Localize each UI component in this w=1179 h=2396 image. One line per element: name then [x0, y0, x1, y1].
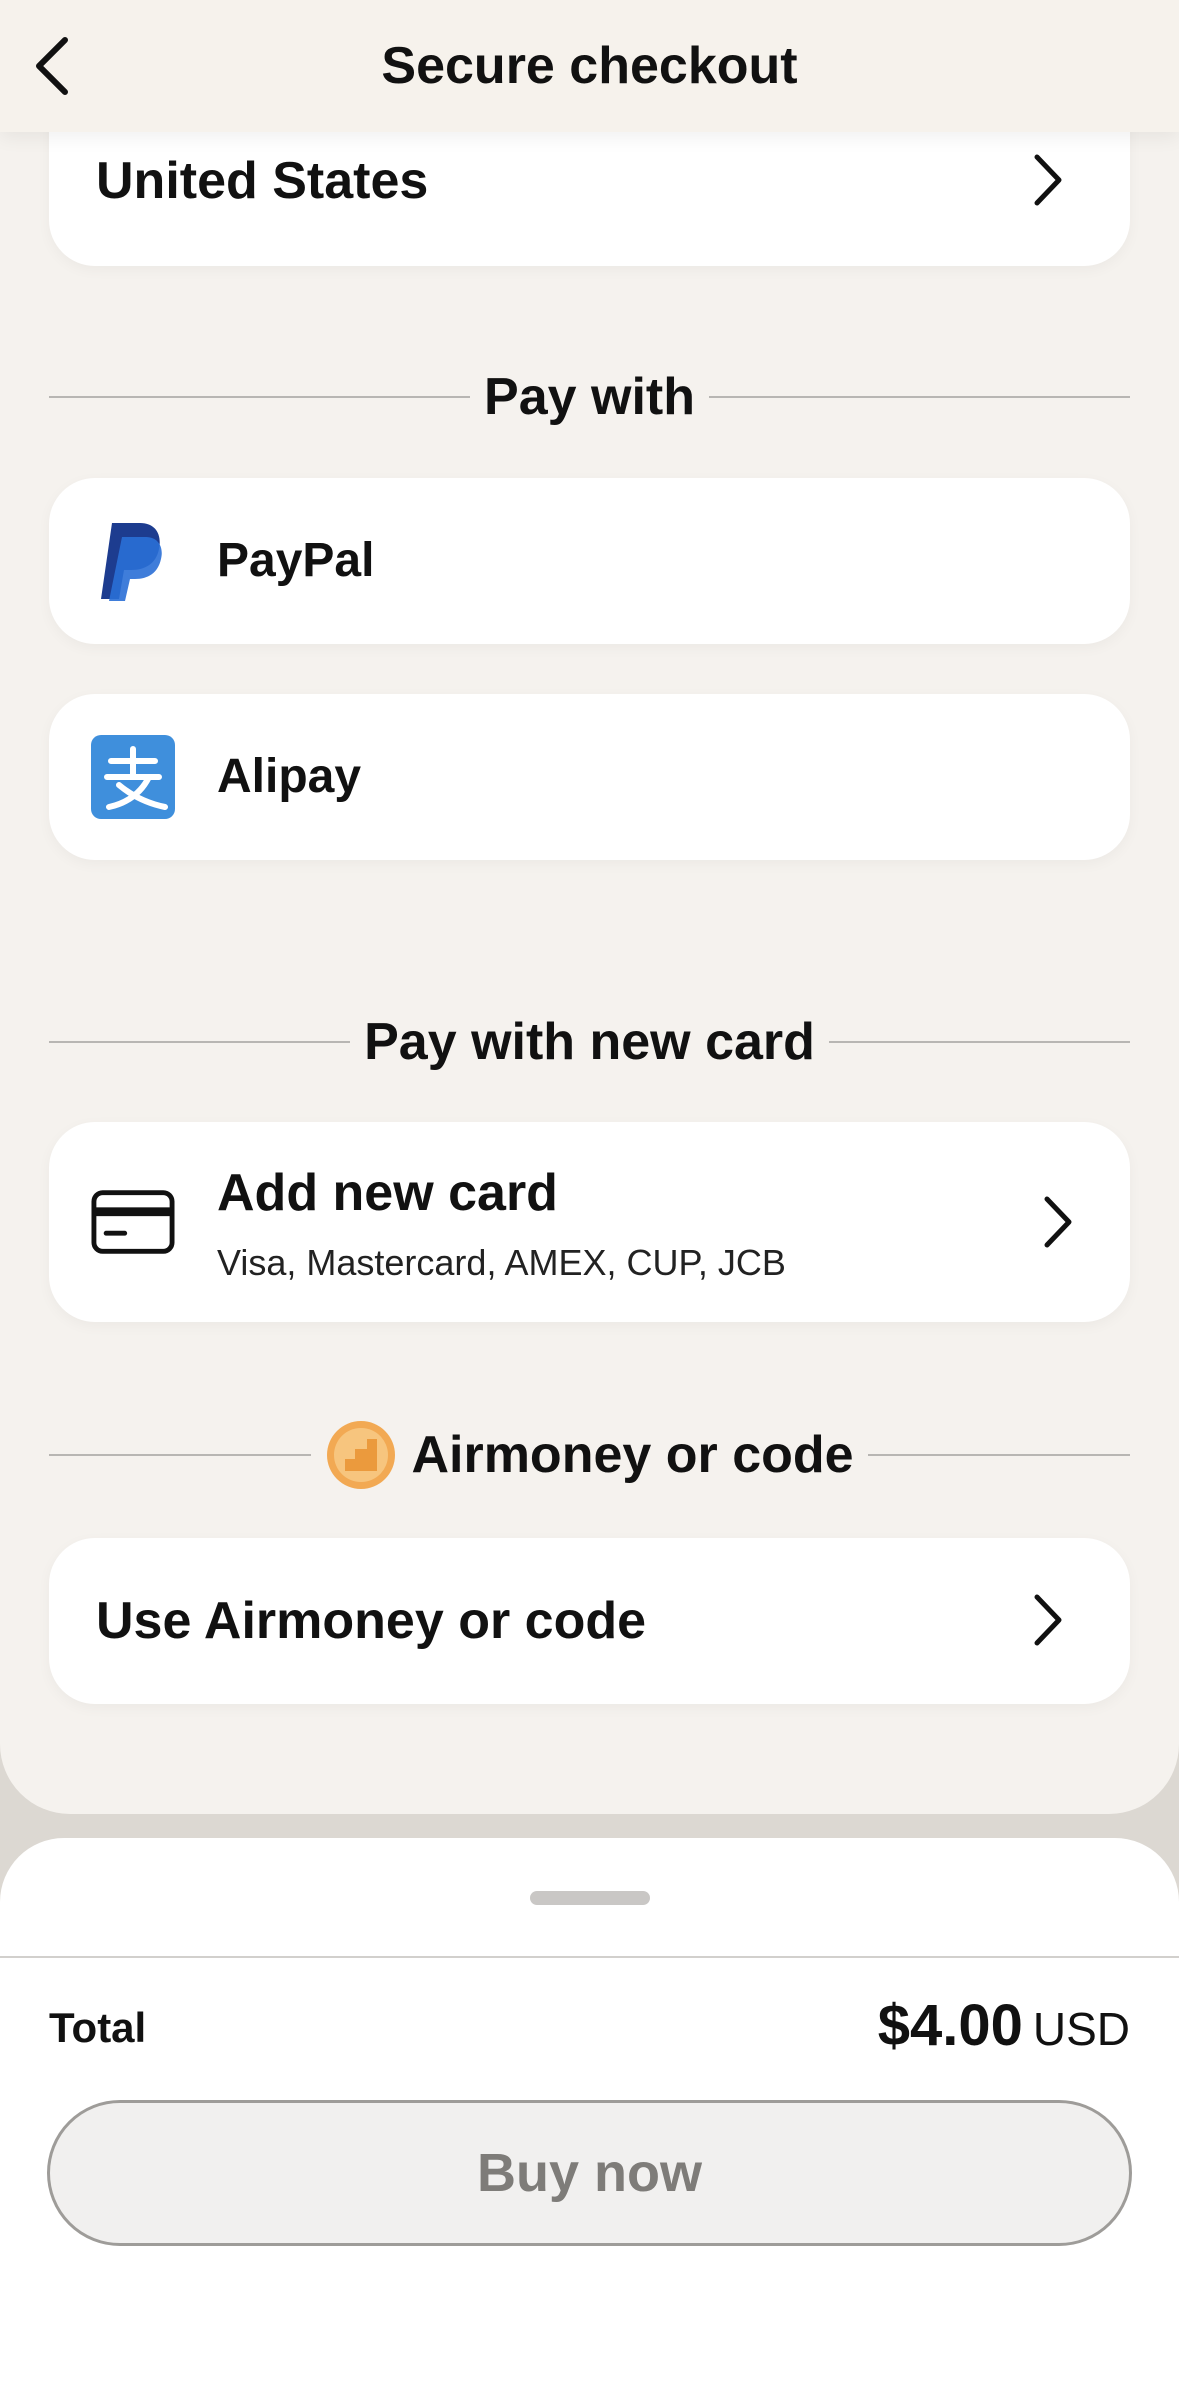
chevron-right-icon [1028, 1590, 1068, 1650]
alipay-label: Alipay [217, 750, 362, 803]
supported-cards-text: Visa, Mastercard, AMEX, CUP, JCB [217, 1242, 786, 1283]
payment-option-alipay[interactable]: Alipay [49, 694, 1130, 860]
paypal-icon [91, 519, 175, 603]
currency-code: USD [1032, 2003, 1130, 2055]
checkout-content: United States Pay with PayPal Alipay Pay [0, 0, 1179, 1814]
divider-line [828, 1041, 1130, 1043]
drag-handle[interactable] [530, 1891, 650, 1905]
add-new-card-title: Add new card [217, 1164, 558, 1222]
payment-option-paypal[interactable]: PayPal [49, 478, 1130, 644]
divider-line [708, 396, 1131, 398]
section-airmoney: Airmoney or code [49, 1415, 1131, 1495]
airmoney-coin-icon [325, 1419, 397, 1491]
section-title: Pay with [484, 368, 695, 426]
chevron-right-icon [1028, 150, 1068, 210]
divider-line [49, 1454, 312, 1456]
add-new-card-button[interactable]: Add new card Visa, Mastercard, AMEX, CUP… [49, 1122, 1130, 1322]
buy-now-button[interactable]: Buy now [47, 2100, 1132, 2246]
header-bar: Secure checkout [0, 0, 1179, 132]
section-pay-with-new-card: Pay with new card [49, 1002, 1130, 1082]
total-label: Total [49, 2004, 147, 2051]
chevron-right-icon [1038, 1192, 1078, 1252]
divider-line [867, 1454, 1131, 1456]
divider [0, 1956, 1179, 1958]
total-value: $4.00 [877, 1993, 1023, 2058]
country-label: United States [96, 152, 429, 210]
section-title: Airmoney or code [411, 1426, 854, 1484]
total-amount: $4.00 USD [878, 1988, 1130, 2079]
divider-line [49, 396, 471, 398]
alipay-icon [91, 735, 175, 819]
use-airmoney-label: Use Airmoney or code [96, 1592, 647, 1650]
credit-card-icon [91, 1180, 175, 1264]
divider-line [49, 1041, 351, 1043]
section-title: Pay with new card [364, 1013, 815, 1071]
use-airmoney-button[interactable]: Use Airmoney or code [49, 1538, 1130, 1704]
paypal-label: PayPal [217, 534, 375, 587]
section-title-wrap: Airmoney or code [311, 1419, 867, 1491]
order-summary-sheet: Total $4.00 USD Buy now [0, 1838, 1179, 2396]
page-title: Secure checkout [381, 37, 798, 95]
section-pay-with: Pay with [49, 357, 1131, 437]
